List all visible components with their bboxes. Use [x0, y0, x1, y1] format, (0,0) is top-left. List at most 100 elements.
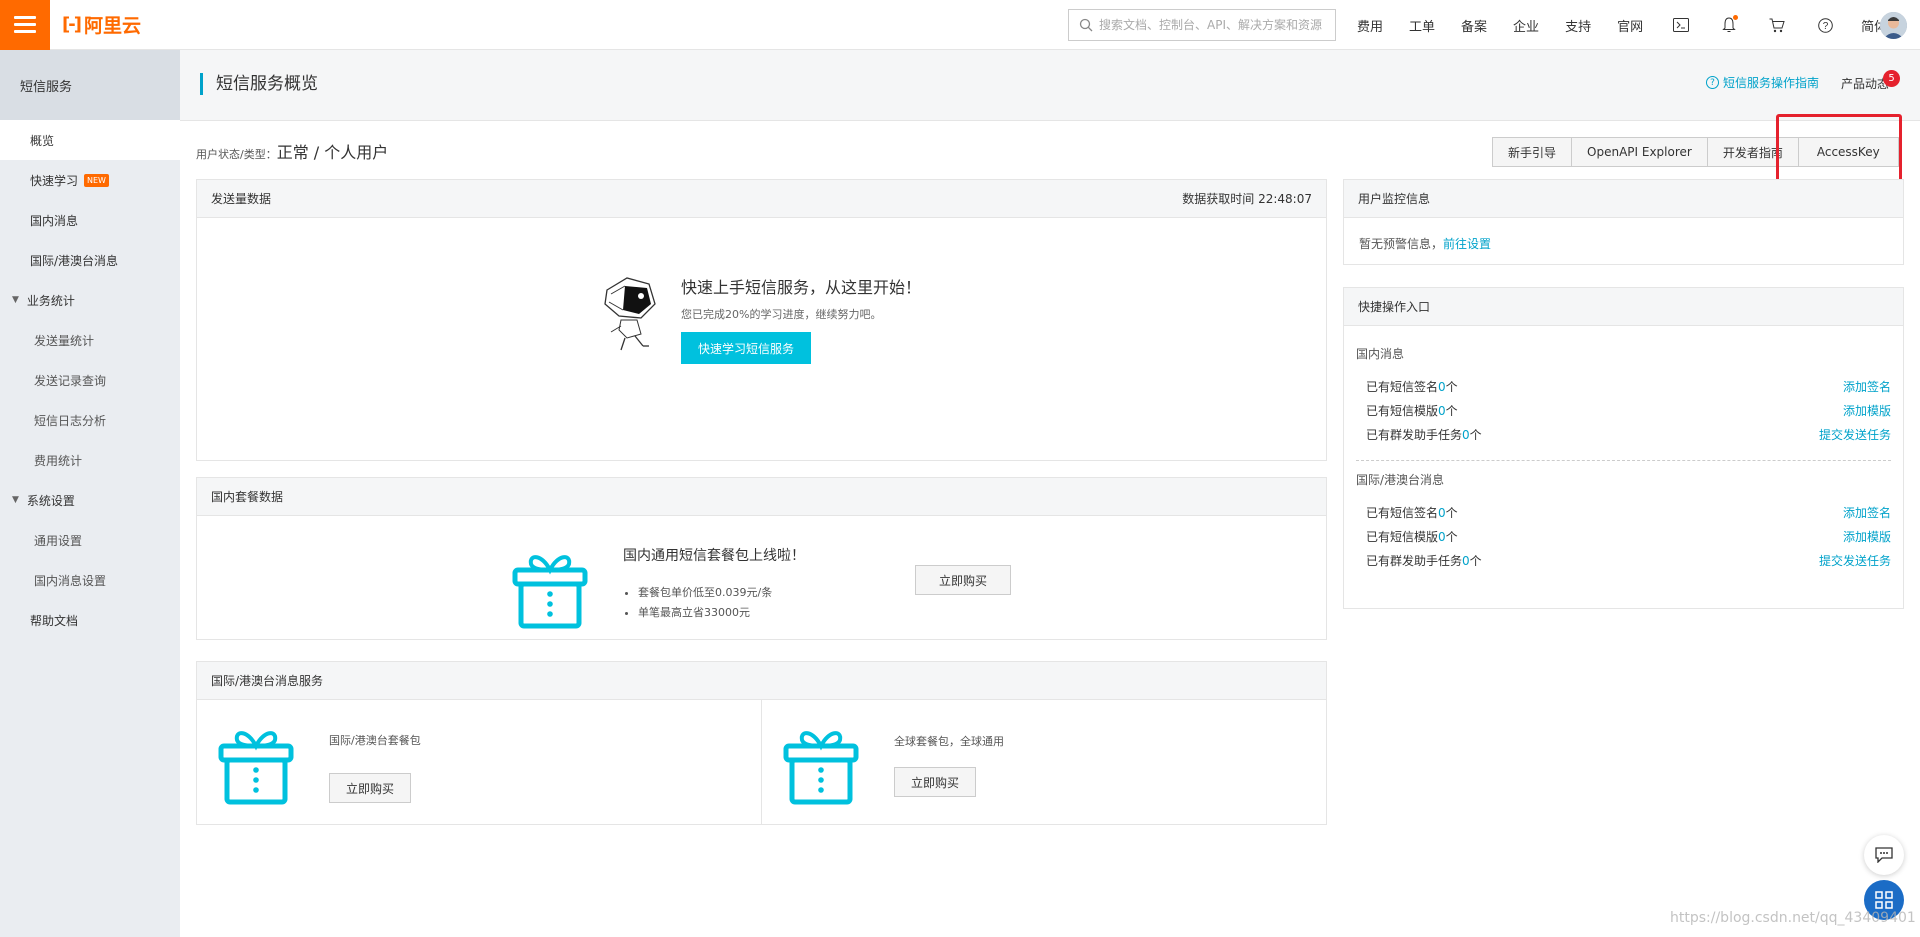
international-service-panel: 国际/港澳台消息服务 国际/港澳台套餐包 立即购买 全球套餐包，全球通用 立即购… [196, 661, 1327, 825]
row-label: 已有群发助手任务 [1366, 427, 1463, 442]
row-count: 0 [1462, 427, 1470, 442]
add-signature-link[interactable]: 添加签名 [1843, 378, 1891, 395]
send-volume-panel: 发送量数据 数据获取时间 22:48:07 快速上手短信服务，从这里开始！ 您已… [196, 179, 1327, 461]
goto-settings-link[interactable]: 前往设置 [1443, 237, 1491, 251]
terminal-icon[interactable] [1669, 13, 1693, 37]
divider [1356, 460, 1891, 461]
sidebar-item-general-settings[interactable]: 通用设置 [0, 520, 180, 560]
sidebar-item-log-analysis[interactable]: 短信日志分析 [0, 400, 180, 440]
quick-intl-list: 已有短信签名0个 添加签名 已有短信模版0个 添加模版 已有群发助手任务0个 提… [1356, 500, 1891, 572]
submit-task-link[interactable]: 提交发送任务 [1819, 552, 1891, 569]
bell-icon[interactable] [1717, 13, 1741, 37]
sidebar-item-send-records[interactable]: 发送记录查询 [0, 360, 180, 400]
quick-actions-panel: 快捷操作入口 国内消息 已有短信签名0个 添加签名 已有短信模版0个 添加模版 … [1343, 287, 1904, 609]
product-news-link[interactable]: 产品动态 [1841, 75, 1889, 92]
sidebar-item-quick-learn[interactable]: 快速学习 NEW [0, 160, 180, 200]
sidebar-item-domestic-settings[interactable]: 国内消息设置 [0, 560, 180, 600]
sidebar-item-label: 国内消息设置 [34, 573, 107, 588]
chat-icon[interactable] [1864, 835, 1904, 875]
sidebar-item-label: 业务统计 [26, 293, 75, 308]
openapi-explorer-button[interactable]: OpenAPI Explorer [1571, 137, 1708, 167]
fetch-time: 数据获取时间 22:48:07 [1182, 192, 1312, 206]
avatar[interactable] [1880, 12, 1907, 39]
list-item: 已有短信签名0个 添加签名 [1366, 500, 1891, 524]
cart-icon[interactable] [1765, 13, 1789, 37]
sidebar-item-label: 概览 [30, 133, 55, 148]
list-item: 单笔最高立省33000元 [638, 603, 805, 623]
aliyun-logo-icon: [-] [62, 14, 82, 35]
row-unit: 个 [1469, 553, 1482, 568]
nav-tickets[interactable]: 工单 [1409, 16, 1435, 35]
sidebar-group-stats[interactable]: ▼ 业务统计 [0, 280, 180, 320]
user-status-label: 用户状态/类型： [196, 148, 277, 161]
package-bullets: 套餐包单价低至0.039元/条 单笔最高立省33000元 [623, 583, 805, 623]
sidebar-item-overview[interactable]: 概览 [0, 120, 180, 160]
svg-text:?: ? [1822, 21, 1828, 32]
sidebar-item-label: 系统设置 [26, 493, 75, 508]
sidebar-item-label: 短信日志分析 [34, 413, 107, 428]
sidebar-item-domestic[interactable]: 国内消息 [0, 200, 180, 240]
list-item: 已有短信模版0个 添加模版 [1366, 398, 1891, 422]
row-label: 已有群发助手任务 [1366, 553, 1463, 568]
row-label: 已有短信签名 [1366, 379, 1439, 394]
guide-link-label: 短信服务操作指南 [1723, 76, 1820, 90]
sidebar: 短信服务 概览 快速学习 NEW 国内消息 国际/港澳台消息 ▼ 业务统计 发送量统… [0, 50, 180, 937]
domestic-buy-button[interactable]: 立即购买 [915, 565, 1011, 595]
quick-row-text: 已有短信模版0个 [1366, 528, 1458, 545]
panel-title: 快捷操作入口 [1358, 300, 1431, 314]
help-icon[interactable]: ? [1813, 13, 1837, 37]
row-count: 0 [1438, 379, 1446, 394]
add-template-link[interactable]: 添加模版 [1843, 402, 1891, 419]
global-package-label: 全球套餐包，全球通用 [894, 735, 1004, 748]
sidebar-item-help-docs[interactable]: 帮助文档 [0, 600, 180, 640]
user-status-value: 正常 / 个人用户 [276, 143, 389, 162]
nav-enterprise[interactable]: 企业 [1513, 16, 1539, 35]
quick-learn-button[interactable]: 快速学习短信服务 [681, 332, 811, 364]
nav-icp[interactable]: 备案 [1461, 16, 1487, 35]
caret-down-icon: ▼ [12, 495, 19, 505]
user-monitor-panel: 用户监控信息 暂无预警信息，前往设置 [1343, 179, 1904, 265]
add-signature-link[interactable]: 添加签名 [1843, 504, 1891, 521]
panel-title: 用户监控信息 [1358, 192, 1431, 206]
quick-row-text: 已有短信签名0个 [1366, 504, 1458, 521]
page-title: 短信服务概览 [200, 73, 318, 95]
row-label: 已有短信模版 [1366, 403, 1439, 418]
sidebar-item-label: 费用统计 [34, 453, 83, 468]
logo-text: 阿里云 [83, 15, 141, 37]
menu-icon[interactable] [0, 0, 50, 50]
add-template-link[interactable]: 添加模版 [1843, 528, 1891, 545]
sidebar-item-send-stats[interactable]: 发送量统计 [0, 320, 180, 360]
row-label: 已有短信签名 [1366, 505, 1439, 520]
guide-link[interactable]: ? 短信服务操作指南 [1706, 74, 1819, 91]
nav-official[interactable]: 官网 [1617, 16, 1643, 35]
cta-progress-text: 您已完成20%的学习进度，继续努力吧。 [681, 308, 882, 321]
sidebar-item-label: 快速学习 [30, 173, 79, 188]
list-item: 已有短信签名0个 添加签名 [1366, 374, 1891, 398]
row-count: 0 [1438, 505, 1446, 520]
nav-support[interactable]: 支持 [1565, 16, 1591, 35]
row-count: 0 [1438, 529, 1446, 544]
monitor-text: 暂无预警信息，前往设置 [1359, 235, 1491, 252]
sidebar-item-label: 通用设置 [34, 533, 83, 548]
sidebar-item-fee-stats[interactable]: 费用统计 [0, 440, 180, 480]
search-box[interactable] [1068, 9, 1336, 41]
panel-header: 用户监控信息 [1344, 180, 1903, 218]
panel-header: 发送量数据 数据获取时间 22:48:07 [197, 180, 1326, 218]
highlight-annotation [1776, 114, 1902, 187]
sidebar-item-international[interactable]: 国际/港澳台消息 [0, 240, 180, 280]
search-input[interactable] [1099, 18, 1334, 32]
notification-dot [1733, 15, 1739, 20]
sidebar-title: 短信服务 [0, 50, 180, 120]
submit-task-link[interactable]: 提交发送任务 [1819, 426, 1891, 443]
panel-header: 国际/港澳台消息服务 [197, 662, 1326, 700]
beginner-guide-button[interactable]: 新手引导 [1492, 137, 1573, 167]
intl-buy-button[interactable]: 立即购买 [329, 773, 411, 803]
nav-fees[interactable]: 费用 [1357, 16, 1383, 35]
global-buy-button[interactable]: 立即购买 [894, 767, 976, 797]
sidebar-group-settings[interactable]: ▼ 系统设置 [0, 480, 180, 520]
row-unit: 个 [1445, 379, 1458, 394]
row-unit: 个 [1445, 505, 1458, 520]
caret-down-icon: ▼ [12, 295, 19, 305]
quick-row-text: 已有群发助手任务0个 [1366, 426, 1482, 443]
logo[interactable]: [-] 阿里云 [62, 11, 141, 38]
